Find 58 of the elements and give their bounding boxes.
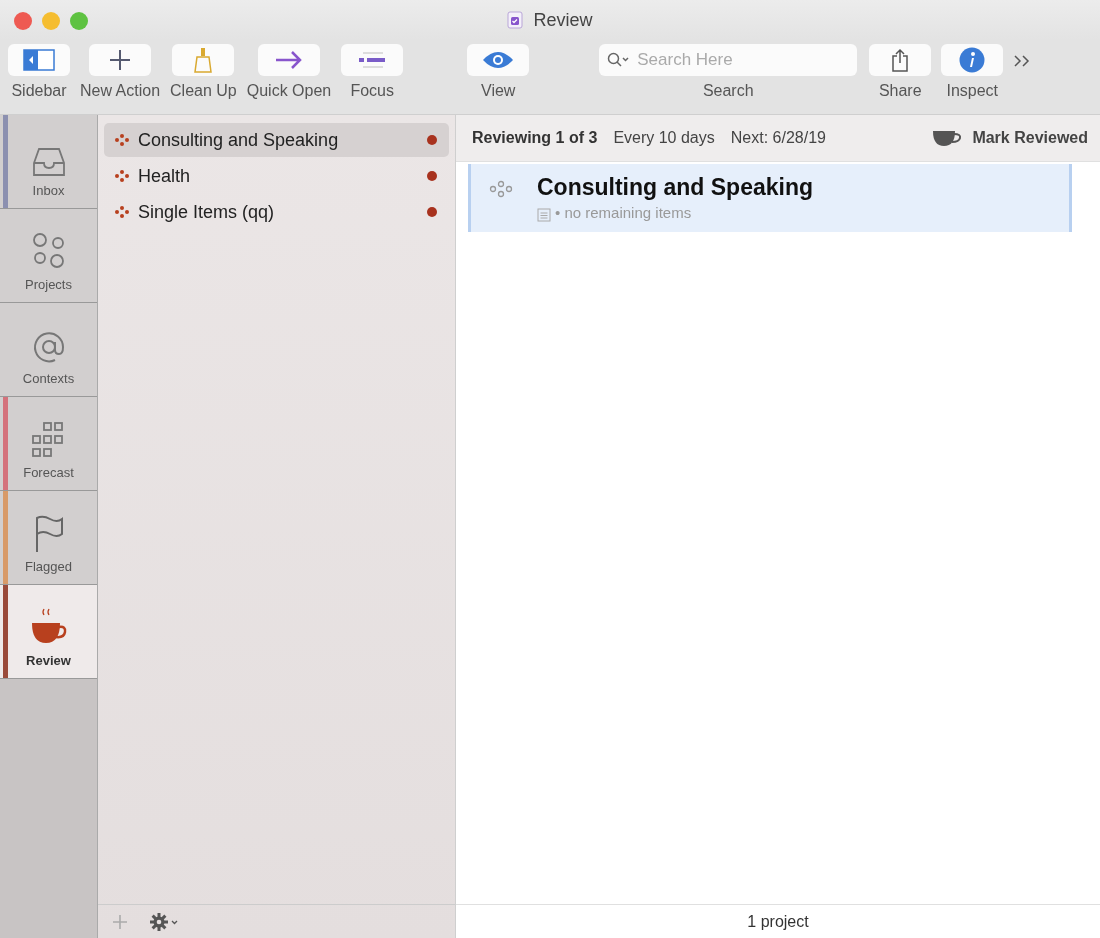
close-window-button[interactable] bbox=[14, 12, 32, 30]
toolbar-label: Sidebar bbox=[11, 82, 67, 100]
project-list-item[interactable]: Consulting and Speaking bbox=[104, 123, 449, 157]
toolbar-focus-button[interactable] bbox=[341, 44, 404, 76]
toolbar-label: Share bbox=[878, 82, 922, 100]
mark-reviewed-button[interactable]: Mark Reviewed bbox=[932, 129, 1088, 147]
perspective-tab[interactable]: Flagged bbox=[0, 491, 97, 585]
plus-icon bbox=[109, 49, 131, 71]
list-icon bbox=[357, 52, 388, 68]
search-field[interactable]: Search Here bbox=[599, 44, 858, 76]
toolbar-share-button[interactable] bbox=[869, 44, 932, 76]
perspective-tab[interactable]: Contexts bbox=[0, 303, 97, 397]
share-icon bbox=[891, 48, 910, 72]
window-title: Review bbox=[533, 9, 593, 31]
toolbar-label: Quick Open bbox=[246, 82, 332, 100]
toolbar-label: New Action bbox=[80, 82, 161, 100]
overflow-chevrons-icon[interactable] bbox=[1013, 54, 1032, 68]
project-dots-icon bbox=[114, 169, 130, 183]
project-count: 1 project bbox=[747, 912, 809, 931]
inbox-tray-icon bbox=[30, 147, 67, 177]
arrow-icon bbox=[274, 50, 304, 70]
toolbar-new-action-button[interactable] bbox=[89, 44, 151, 76]
project-dots-icon bbox=[114, 133, 130, 147]
project-list-item[interactable]: Health bbox=[104, 159, 449, 193]
project-dots-icon bbox=[114, 205, 130, 219]
toolbar-label: Focus bbox=[350, 82, 394, 100]
toolbar-sidebar-button[interactable] bbox=[8, 44, 70, 76]
perspective-tab[interactable]: Forecast bbox=[0, 397, 97, 491]
next-review-date: Next: 6/28/19 bbox=[730, 129, 826, 147]
toolbar-clean-up-button[interactable] bbox=[172, 44, 235, 76]
info-icon bbox=[959, 47, 986, 73]
project-row[interactable]: Consulting and Speaking • no remaining items bbox=[468, 164, 1072, 232]
four-circles-icon bbox=[30, 231, 67, 271]
perspective-tab[interactable]: Projects bbox=[0, 209, 97, 303]
toolbar-quick-open-button[interactable] bbox=[258, 44, 320, 76]
perspective-tab[interactable]: Inbox bbox=[0, 115, 97, 209]
toolbar-label: View bbox=[481, 82, 516, 100]
cup-icon bbox=[932, 129, 963, 147]
project-note: • no remaining items bbox=[555, 204, 692, 221]
settings-icon[interactable] bbox=[150, 912, 180, 931]
review-due-dot bbox=[427, 207, 437, 217]
toolbar-label: Inspect bbox=[946, 82, 999, 100]
project-list-item[interactable]: Single Items (qq) bbox=[104, 195, 449, 229]
note-icon bbox=[537, 208, 551, 222]
project-title: Consulting and Speaking bbox=[537, 174, 813, 201]
broom-icon bbox=[192, 47, 215, 73]
perspective-tab[interactable]: Review bbox=[0, 585, 97, 679]
toolbar-label: Search bbox=[702, 82, 754, 100]
review-due-dot bbox=[427, 135, 437, 145]
sidebar-icon bbox=[23, 49, 55, 71]
review-interval: Every 10 days bbox=[613, 129, 715, 147]
toolbar-label: Clean Up bbox=[170, 82, 237, 100]
eye-icon bbox=[482, 50, 515, 70]
toolbar-view-button[interactable] bbox=[467, 44, 530, 76]
review-status: Reviewing 1 of 3 bbox=[472, 129, 598, 147]
review-due-dot bbox=[427, 171, 437, 181]
toolbar-inspect-button[interactable] bbox=[941, 44, 1004, 76]
review-checkbox-icon bbox=[507, 11, 524, 29]
